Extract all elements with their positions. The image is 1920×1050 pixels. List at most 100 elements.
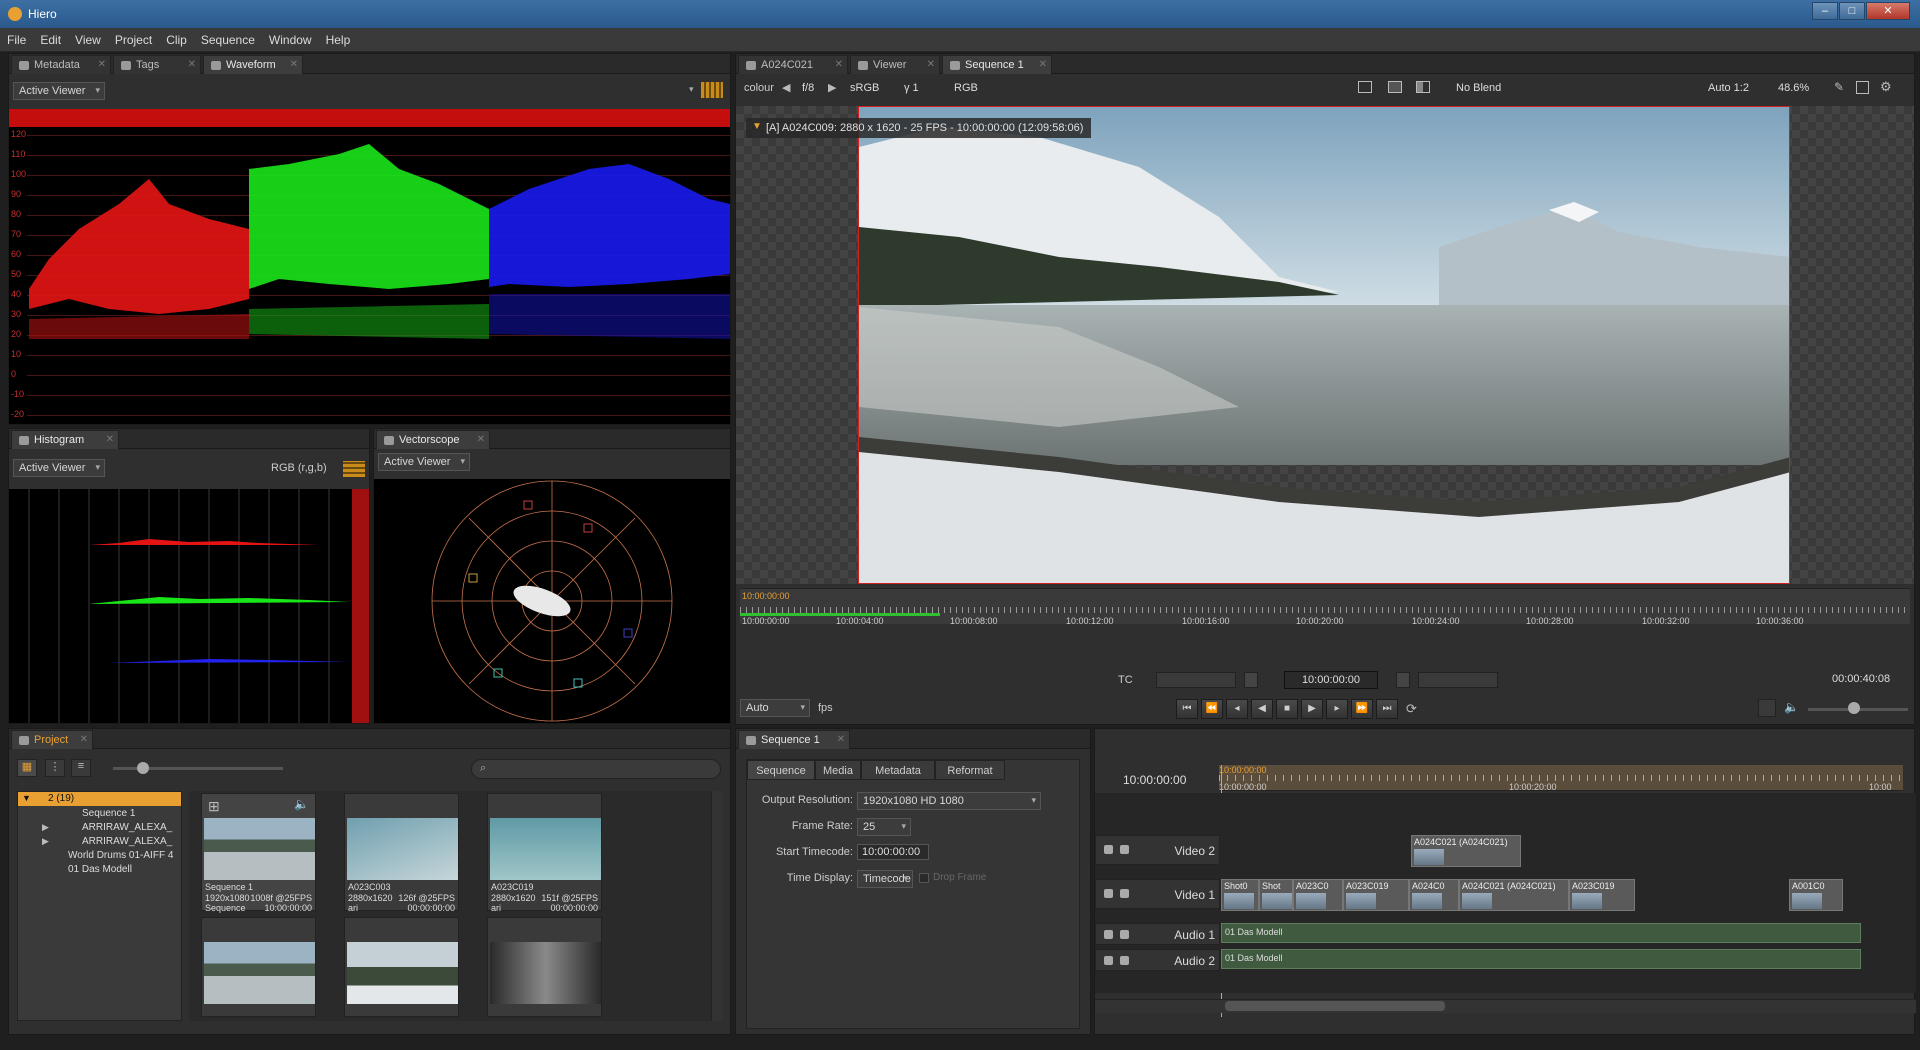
previous-edit-icon[interactable]: ⏪	[1201, 699, 1223, 719]
color-channels-icon[interactable]	[701, 82, 723, 98]
tab-vectorscope[interactable]: Vectorscope ✕	[376, 430, 490, 449]
tree-item[interactable]: ARRIRAW_ALEXA_	[82, 836, 172, 847]
tab-sequence-1-editor[interactable]: Sequence 1 ✕	[738, 730, 850, 749]
close-icon[interactable]: ✕	[188, 59, 196, 70]
time-display-select[interactable]: Timecode	[857, 870, 913, 888]
expand-icon[interactable]: ▶	[42, 822, 49, 833]
current-timecode-field[interactable]: 10:00:00:00	[1284, 671, 1378, 689]
thumbnail-slider-handle[interactable]	[137, 762, 149, 774]
tree-item[interactable]: Sequence 1	[82, 808, 135, 819]
subtab-media[interactable]: Media	[815, 760, 861, 780]
go-to-start-icon[interactable]: ⏮	[1176, 699, 1198, 719]
track-audio-2[interactable]: Audio 2	[1095, 949, 1220, 971]
tab-sequence-1[interactable]: Sequence 1 ✕	[942, 55, 1052, 74]
subtab-sequence[interactable]: Sequence	[747, 760, 815, 780]
expand-icon[interactable]: ▶	[42, 836, 49, 847]
timeline-ruler[interactable]: 10:00:00:00 10:00:00:00 10:00:20:00 10:0…	[1219, 765, 1903, 792]
vectorscope-viewer-select[interactable]: Active Viewer	[378, 453, 470, 471]
expand-icon[interactable]: ▼	[22, 793, 31, 803]
menu-window[interactable]: Window	[262, 28, 319, 52]
menu-file[interactable]: File	[0, 28, 33, 52]
viewer-canvas[interactable]: ▼ [A] A024C009: 2880 x 1620 - 25 FPS - 1…	[736, 106, 1914, 584]
viewer-timeline[interactable]: 10:00:00:00 10:00:00:00 10:00:04:00 10:0…	[740, 588, 1910, 626]
clip-v1[interactable]: A024C0	[1409, 879, 1459, 911]
step-forward-icon[interactable]: ▸	[1326, 699, 1348, 719]
channels-select[interactable]: RGB	[954, 82, 978, 94]
close-button[interactable]: ✕	[1866, 2, 1910, 20]
thumbnail-sequence-1[interactable]: ⊞ 🔈 Sequence 1 1920x1080 1008f @25FPS Se…	[201, 793, 316, 913]
lock-icon[interactable]	[1104, 930, 1113, 939]
proxy-select[interactable]: Auto 1:2	[1708, 82, 1749, 94]
speaker-icon[interactable]	[1120, 956, 1129, 965]
details-view-icon[interactable]: ≡	[71, 759, 91, 777]
audio-clip-a2[interactable]: 01 Das Modell	[1221, 949, 1861, 969]
close-icon[interactable]: ✕	[477, 434, 485, 445]
bin-scrollbar[interactable]	[711, 791, 723, 1021]
histogram-mode-icon[interactable]	[343, 461, 365, 477]
in-point-field[interactable]	[1156, 672, 1236, 688]
fstop-value[interactable]: f/8	[802, 82, 814, 94]
in-point-button[interactable]	[1244, 672, 1258, 688]
menu-help[interactable]: Help	[319, 28, 358, 52]
loop-icon[interactable]: ⟳	[1406, 701, 1417, 717]
audio-toggle[interactable]	[1758, 699, 1776, 717]
thumbnail-a023c019[interactable]: A023C019 2880x1620 151f @25FPS ari 00:00…	[487, 793, 602, 913]
timeline-scrollbar[interactable]	[1095, 999, 1916, 1013]
out-point-field[interactable]	[1418, 672, 1498, 688]
thumbnail-item[interactable]	[201, 917, 316, 1017]
waveform-viewer-select[interactable]: Active Viewer	[13, 82, 105, 100]
tab-project[interactable]: Project ✕	[11, 730, 93, 749]
clip-v1[interactable]: A001C0	[1789, 879, 1843, 911]
histogram-channel-select[interactable]: RGB (r,g,b)	[271, 462, 327, 474]
thumbnail-item[interactable]	[487, 917, 602, 1017]
subtab-metadata[interactable]: Metadata	[861, 760, 935, 780]
fps-select[interactable]: Auto	[740, 699, 810, 717]
frame-rate-select[interactable]: 25	[857, 818, 911, 836]
clip-v1[interactable]: A023C0	[1293, 879, 1343, 911]
maximize-button[interactable]: □	[1839, 2, 1865, 20]
blend-select[interactable]: No Blend	[1456, 82, 1501, 94]
audio-clip-a1[interactable]: 01 Das Modell	[1221, 923, 1861, 943]
tree-item[interactable]: 01 Das Modell	[68, 864, 132, 875]
mask-icon[interactable]	[1388, 81, 1402, 93]
histogram-viewer-select[interactable]: Active Viewer	[13, 459, 105, 477]
tree-item[interactable]: ARRIRAW_ALEXA_	[82, 822, 172, 833]
tab-histogram[interactable]: Histogram ✕	[11, 430, 119, 449]
zoom-select[interactable]: 48.6%	[1778, 82, 1809, 94]
tc-mode-select[interactable]: TC	[1118, 674, 1133, 686]
wipe-icon[interactable]	[1416, 81, 1430, 93]
menu-project[interactable]: Project	[108, 28, 159, 52]
close-icon[interactable]: ✕	[80, 734, 88, 745]
volume-handle[interactable]	[1848, 702, 1860, 714]
list-view-icon[interactable]: ⋮	[45, 759, 65, 777]
tab-metadata[interactable]: Metadata ✕	[11, 55, 111, 74]
dropdown-arrow-icon[interactable]: ▾	[689, 84, 697, 94]
track-video-2[interactable]: Video 2	[1095, 835, 1220, 865]
tree-item[interactable]: World Drums 01-AIFF 4	[68, 850, 173, 861]
close-icon[interactable]: ✕	[98, 59, 106, 70]
clip-a024c021-v2[interactable]: A024C021 (A024C021)	[1411, 835, 1521, 867]
menu-clip[interactable]: Clip	[159, 28, 194, 52]
tab-tags[interactable]: Tags ✕	[113, 55, 201, 74]
guides-icon[interactable]	[1358, 81, 1372, 93]
minimize-button[interactable]: –	[1812, 2, 1838, 20]
next-edit-icon[interactable]: ⏩	[1351, 699, 1373, 719]
close-icon[interactable]: ✕	[106, 434, 114, 445]
lock-icon[interactable]	[1104, 889, 1113, 898]
tab-waveform[interactable]: Waveform ✕	[203, 55, 303, 74]
speaker-icon[interactable]	[1120, 930, 1129, 939]
step-back-icon[interactable]: ◂	[1226, 699, 1248, 719]
menu-view[interactable]: View	[68, 28, 108, 52]
project-search-input[interactable]: ⌕	[471, 759, 721, 779]
menu-edit[interactable]: Edit	[33, 28, 68, 52]
clip-v1[interactable]: A023C019	[1343, 879, 1409, 911]
track-video-1[interactable]: Video 1	[1095, 879, 1220, 909]
go-to-end-icon[interactable]: ⏭	[1376, 699, 1398, 719]
gear-icon[interactable]: ⚙	[1880, 79, 1892, 95]
out-point-button[interactable]	[1396, 672, 1410, 688]
lut-select[interactable]: sRGB	[850, 82, 879, 94]
clip-v1[interactable]: Shot	[1259, 879, 1293, 911]
close-icon[interactable]: ✕	[290, 59, 298, 70]
timeline-scroll-thumb[interactable]	[1225, 1001, 1445, 1011]
clip-v1[interactable]: Shot0	[1221, 879, 1259, 911]
